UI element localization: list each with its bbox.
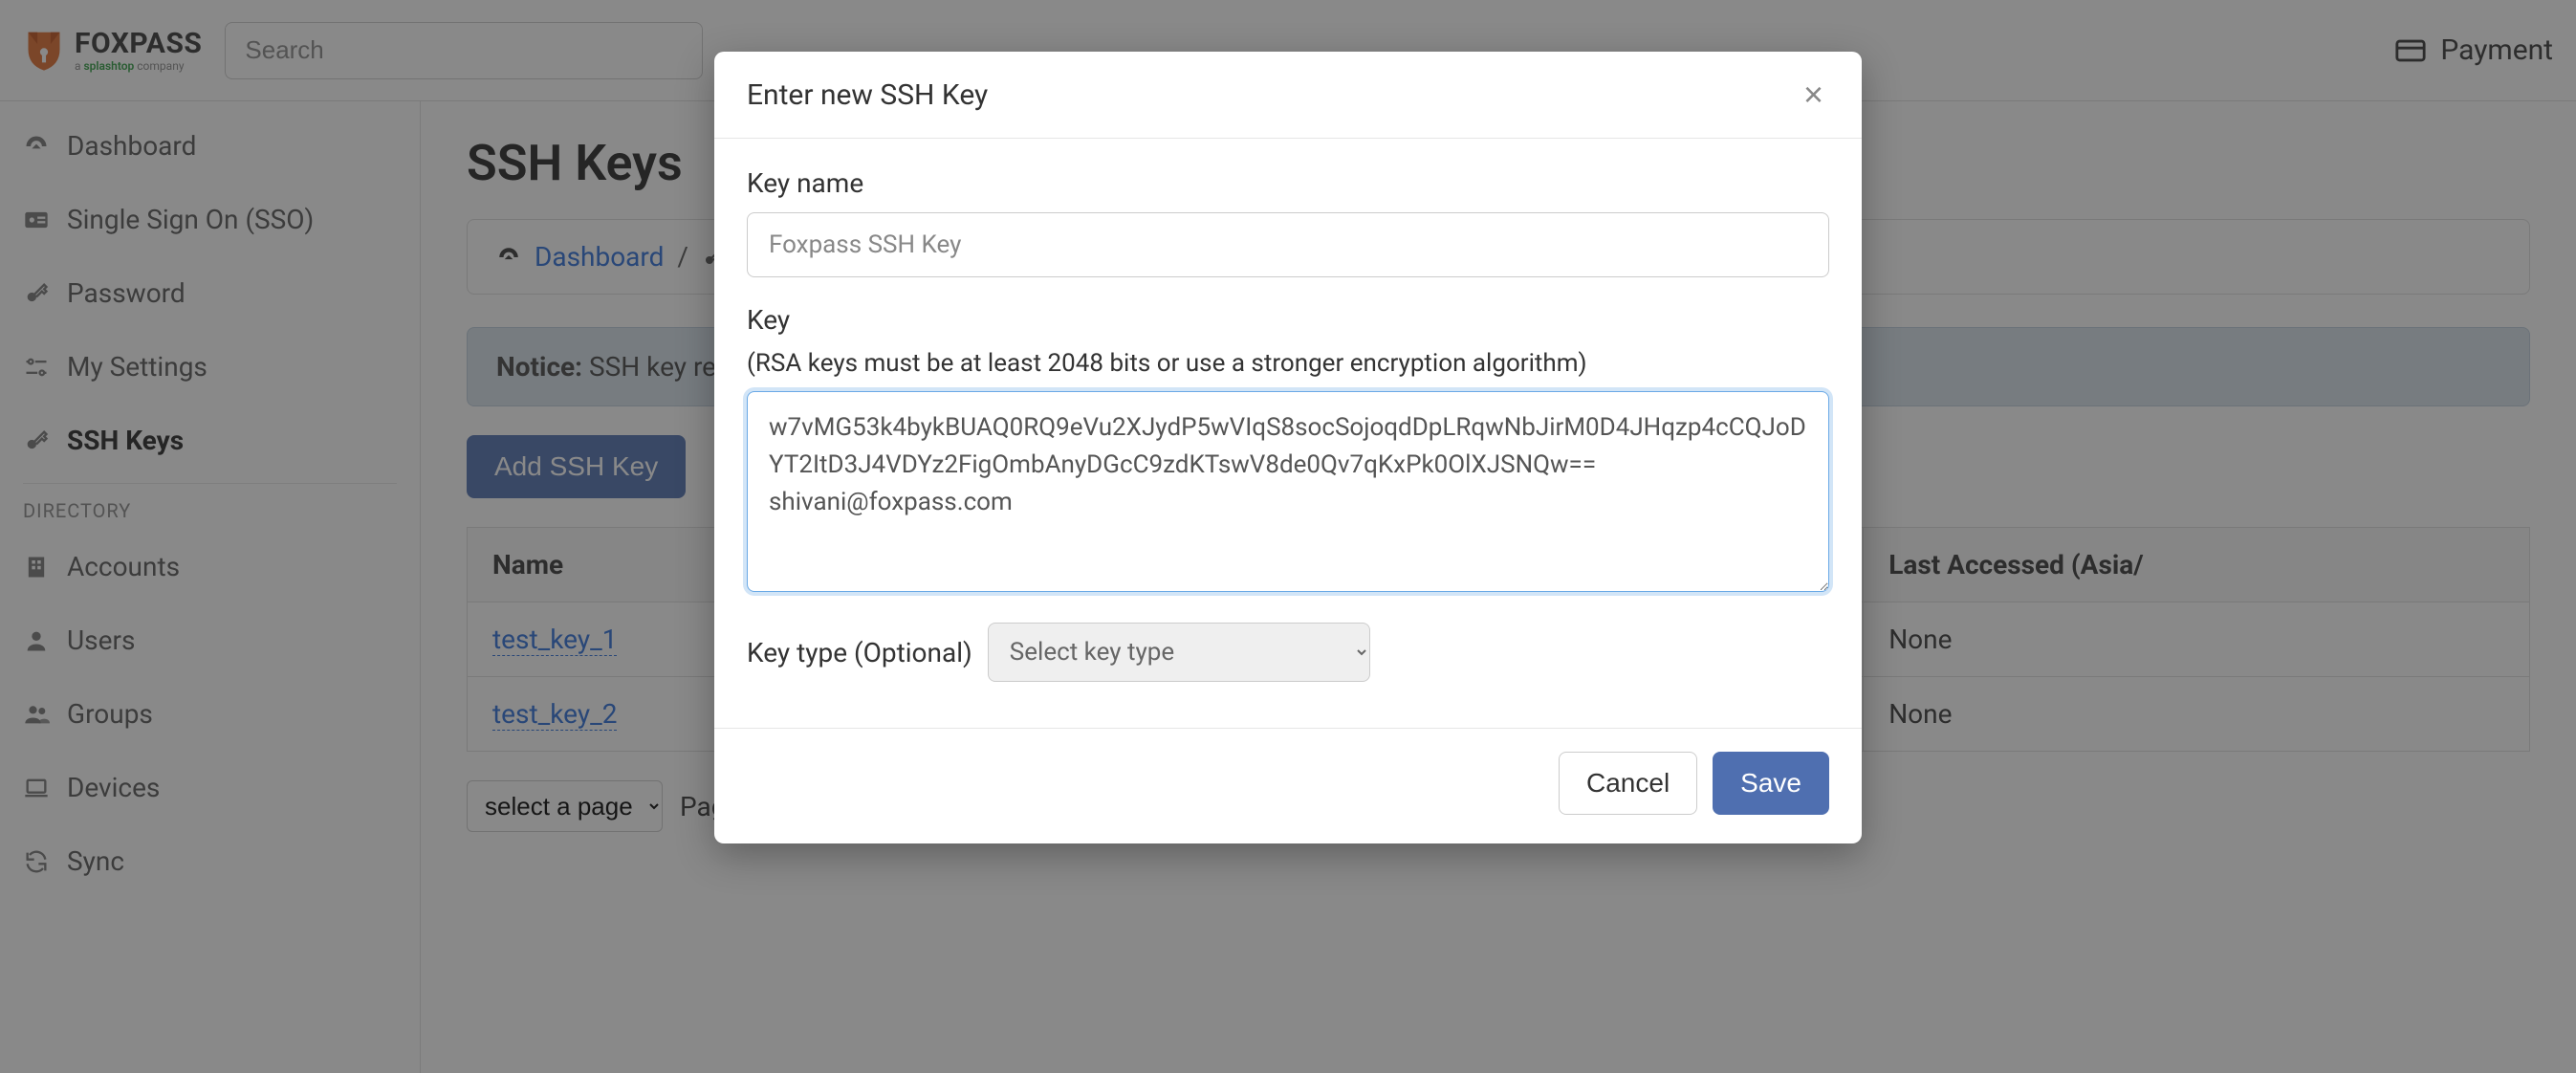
key-sublabel: (RSA keys must be at least 2048 bits or … [747, 349, 1829, 378]
keytype-select[interactable]: Select key type [988, 623, 1370, 682]
key-textarea[interactable] [747, 391, 1829, 592]
close-icon[interactable]: × [1798, 77, 1829, 113]
keyname-input[interactable] [747, 212, 1829, 277]
modal-title: Enter new SSH Key [747, 78, 988, 112]
keyname-label: Key name [747, 167, 1829, 199]
keytype-label: Key type (Optional) [747, 637, 972, 668]
cancel-button[interactable]: Cancel [1559, 752, 1697, 815]
save-button[interactable]: Save [1713, 752, 1829, 815]
ssh-key-modal: Enter new SSH Key × Key name Key (RSA ke… [714, 52, 1862, 843]
key-label: Key [747, 304, 1829, 336]
